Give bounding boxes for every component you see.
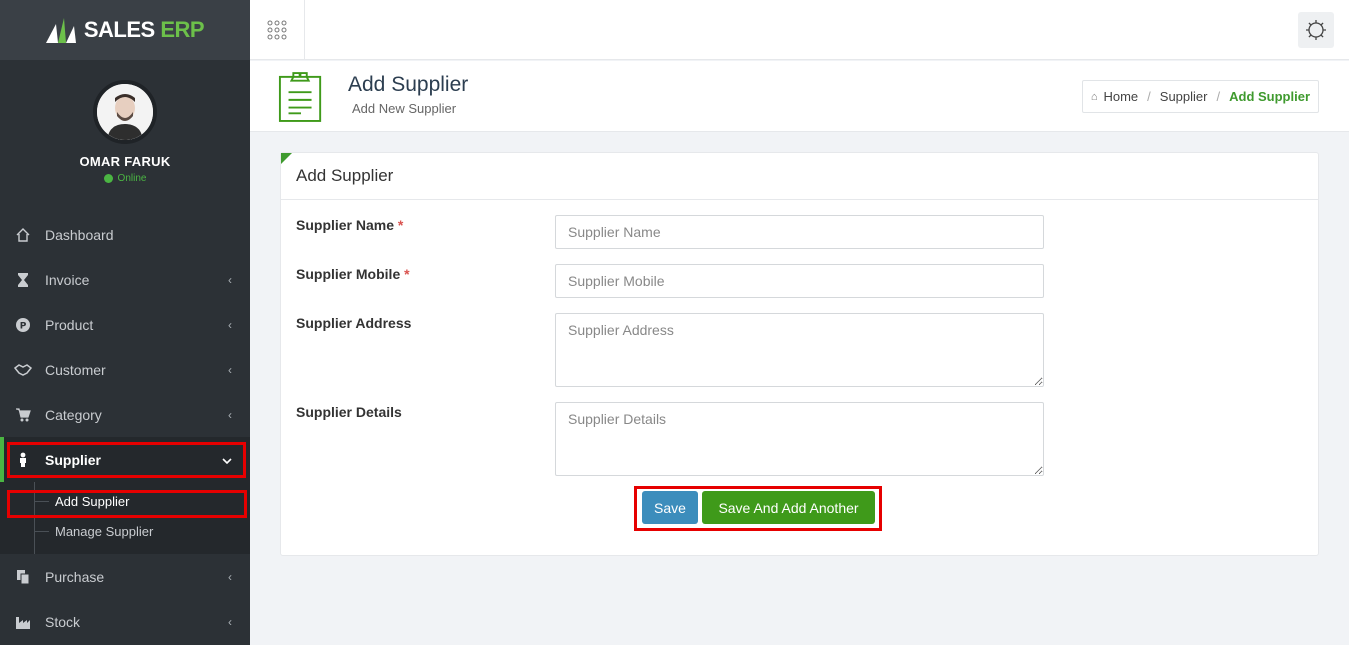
required-mark: * xyxy=(404,266,410,282)
chevron-left-icon: ‹ xyxy=(228,569,232,584)
sidebar-item-stock[interactable]: Stock ‹ xyxy=(0,599,250,644)
user-name: OMAR FARUK xyxy=(79,154,171,169)
page-header: Add Supplier Add New Supplier ⌂ Home / S… xyxy=(250,61,1349,132)
breadcrumb-home[interactable]: Home xyxy=(1103,89,1138,104)
supplier-address-label: Supplier Address xyxy=(296,315,412,331)
supplier-details-label: Supplier Details xyxy=(296,404,402,420)
breadcrumb-separator: / xyxy=(1216,89,1221,104)
sidebar-item-supplier[interactable]: Supplier xyxy=(0,437,250,482)
top-navbar xyxy=(250,0,1349,60)
breadcrumb-home-icon: ⌂ xyxy=(1090,90,1098,103)
supplier-mobile-input[interactable] xyxy=(555,264,1044,298)
clipboard-icon xyxy=(278,72,322,122)
brand-name: SALES xyxy=(83,17,155,42)
sidebar-subitem-manage-supplier[interactable]: Manage Supplier xyxy=(0,516,250,546)
logo-mark-icon xyxy=(45,18,76,43)
cart-icon xyxy=(14,406,32,424)
brand-logo[interactable]: SALES ERP xyxy=(0,0,250,60)
sidebar-item-label: Dashboard xyxy=(45,226,114,243)
sidebar-item-label: Product xyxy=(45,316,94,333)
avatar[interactable] xyxy=(93,80,157,144)
supplier-name-label: Supplier Name * xyxy=(296,217,403,233)
required-mark: * xyxy=(397,217,404,233)
sidebar-item-label: Purchase xyxy=(45,568,105,585)
supplier-details-textarea[interactable] xyxy=(555,402,1044,476)
supplier-address-textarea[interactable] xyxy=(555,313,1044,387)
chevron-left-icon: ‹ xyxy=(228,614,232,629)
sidebar-item-purchase[interactable]: Purchase ‹ xyxy=(0,554,250,599)
supplier-name-input[interactable] xyxy=(555,215,1044,249)
supplier-name-label-text: Supplier Name xyxy=(296,217,395,233)
sidebar-item-dashboard[interactable]: Dashboard xyxy=(0,212,250,257)
hourglass-icon xyxy=(14,271,32,289)
user-status-text: Online xyxy=(117,173,147,184)
svg-text:P: P xyxy=(20,321,27,331)
sidebar-item-product[interactable]: P Product ‹ xyxy=(0,302,250,347)
copy-icon xyxy=(14,568,32,586)
supplier-mobile-label: Supplier Mobile * xyxy=(296,266,410,282)
card-title: Add Supplier xyxy=(281,153,1318,200)
sidebar-item-label: Category xyxy=(45,406,102,423)
gear-icon xyxy=(1306,20,1326,40)
card-corner-accent xyxy=(281,153,292,164)
brand-name-accent: ERP xyxy=(160,17,205,42)
breadcrumb-separator: / xyxy=(1147,89,1151,104)
sidebar-item-category[interactable]: Category ‹ xyxy=(0,392,250,437)
user-profile: OMAR FARUK Online xyxy=(0,60,250,210)
apps-grid-button[interactable] xyxy=(250,0,305,60)
person-icon xyxy=(14,451,32,469)
chevron-left-icon: ‹ xyxy=(228,362,232,377)
page-title: Add Supplier xyxy=(348,73,469,96)
save-button[interactable]: Save xyxy=(642,491,698,524)
sidebar-item-customer[interactable]: Customer ‹ xyxy=(0,347,250,392)
page-subtitle: Add New Supplier xyxy=(352,101,457,116)
save-and-add-another-button[interactable]: Save And Add Another xyxy=(702,491,875,524)
sidebar: SALES ERP OMAR FARUK Online Dashboard In… xyxy=(0,0,250,645)
home-icon xyxy=(14,226,32,244)
chevron-left-icon: ‹ xyxy=(228,407,232,422)
breadcrumb-current: Add Supplier xyxy=(1229,89,1310,104)
sidebar-item-label: Supplier xyxy=(45,451,102,468)
product-icon: P xyxy=(14,316,32,334)
sidebar-item-label: Customer xyxy=(45,361,106,378)
supplier-submenu: Add Supplier Manage Supplier xyxy=(0,482,250,554)
user-photo-icon xyxy=(97,84,153,140)
breadcrumb: ⌂ Home / Supplier / Add Supplier xyxy=(1081,80,1319,113)
handshake-icon xyxy=(14,361,32,379)
sidebar-item-invoice[interactable]: Invoice ‹ xyxy=(0,257,250,302)
supplier-mobile-label-text: Supplier Mobile xyxy=(296,266,401,282)
sidebar-item-label: Invoice xyxy=(45,271,90,288)
factory-icon xyxy=(14,613,32,631)
chevron-down-icon xyxy=(222,453,232,467)
user-status: Online xyxy=(103,173,147,184)
chevron-left-icon: ‹ xyxy=(228,317,232,332)
add-supplier-card: Add Supplier Supplier Name * Supplier Mo… xyxy=(280,152,1319,556)
sidebar-subitem-add-supplier[interactable]: Add Supplier xyxy=(0,486,250,516)
sidebar-item-label: Stock xyxy=(45,613,81,630)
sidebar-menu: Dashboard Invoice ‹ P Product ‹ Customer… xyxy=(0,212,250,644)
online-status-icon xyxy=(103,174,113,183)
breadcrumb-supplier[interactable]: Supplier xyxy=(1160,89,1208,104)
chevron-left-icon: ‹ xyxy=(228,272,232,287)
settings-button[interactable] xyxy=(1298,12,1334,48)
apps-grid-icon xyxy=(267,20,287,40)
